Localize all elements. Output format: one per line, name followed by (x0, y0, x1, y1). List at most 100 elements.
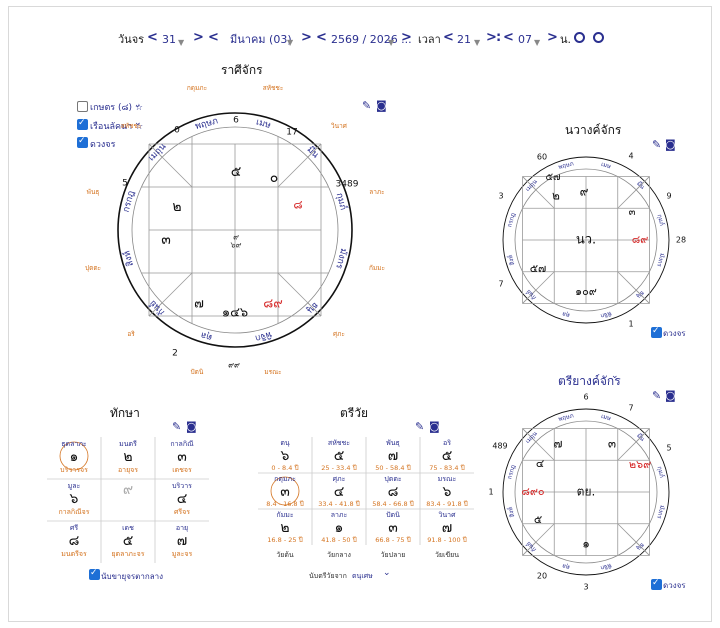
triwai-cell-number: ๗ (387, 448, 399, 464)
triwai-cell-sub: 41.8 - 50 ปี (321, 536, 357, 544)
triwai-cell-number: ๕ (333, 448, 345, 464)
house-label: ศุภะ (333, 330, 345, 338)
thaksa-cell-sub: บริวารจร (60, 466, 88, 474)
sign-label: สิงห์ (506, 254, 517, 267)
degree-label: 3 (583, 583, 588, 592)
navang-wheel: เมษพฤษภเมถุนกรกฎสิงห์กันย์ตุล พิจิกธนูมัง… (498, 152, 686, 329)
sign-label: พิจิก (599, 310, 612, 320)
planet-label: ๗ (553, 437, 562, 451)
triwai-footer-3: วัยปลาย (380, 551, 406, 559)
sign-label: พฤษภ (558, 412, 575, 423)
edit-icon[interactable]: ✎ (415, 421, 424, 432)
planet-label: ๘๙๐ (521, 485, 544, 498)
triwai-cell-number: ๖ (442, 484, 452, 500)
triwai-cell-label: ศุภะ (332, 475, 346, 483)
triwai-footer-4: วัยเขียน (434, 551, 460, 559)
triwai-cell-number: ๑ (334, 520, 344, 536)
triwai-cell-sub: 8.4 - 16.8 ปี (266, 500, 304, 508)
triwai-footer-1: วัยต้น (276, 551, 294, 559)
planet-label: ๓ (161, 232, 171, 248)
triwai-cell-sub: 50 - 58.4 ปี (375, 464, 411, 472)
triwai-cell: ศุภะ๔ 33.4 - 41.8 ปี (312, 475, 366, 509)
triwai-cell-sub: 16.8 - 25 ปี (267, 536, 303, 544)
triwai-cell-label: ปุตตะ (384, 475, 402, 483)
navang-transit-checkbox[interactable] (651, 326, 662, 338)
planet-label: ๒๖๙ (629, 458, 651, 471)
thaksa-cell-number: ๖ (69, 491, 79, 507)
triwai-cell-label: กัมมะ (276, 511, 294, 519)
thaksa-title: ทักษา (110, 406, 140, 420)
degree-label: 4 (628, 152, 633, 161)
planet-label: ๕ (231, 164, 242, 180)
degree-label: 28 (676, 236, 686, 245)
rasi-wheel: เมษพฤษภเมถุนกรกฎสิงห์กันย์ตุล พิจิกธนูมัง… (85, 84, 385, 376)
triwai-cell: สหัชชะ๕ 25 - 33.4 ปี (312, 439, 366, 473)
thaksa-cell-number: ๘ (68, 533, 80, 549)
triwai-cell: ปุตตะ๘ 58.4 - 66.8 ปี (366, 475, 420, 509)
triyang-transit-label: ดวงจร (663, 581, 686, 590)
navang-title: นวางค์จักร (565, 123, 622, 137)
edit-icon[interactable]: ✎ (172, 421, 181, 432)
triwai-cell-sub: 0 - 8.4 ปี (271, 464, 299, 472)
triwai-cell: กดุมภะ๓ 8.4 - 16.8 ปี (258, 475, 312, 509)
degree-label: 17 (286, 128, 297, 138)
planet-label: ๙ (580, 185, 589, 199)
degree-label: 3489 (336, 180, 359, 190)
sign-label: พฤษภ (558, 160, 575, 171)
thaksa-cell-sub: อายุจร (117, 466, 139, 474)
triwai-cell-label: ปัตนิ (386, 511, 400, 519)
thaksa-cell-label: เดช (122, 524, 134, 532)
triyang-transit-checkbox[interactable] (651, 578, 662, 590)
chevron-down-icon[interactable]: ⌄ (383, 568, 391, 578)
degree-label: 9 (666, 192, 671, 201)
degree-label: 5 (122, 179, 128, 189)
camera-icon[interactable]: ◙ (665, 139, 676, 150)
chevron-down-icon[interactable]: ⌄ (611, 371, 619, 381)
planet-label: ๕ (534, 513, 542, 526)
planet-label: ๑๔๖ (222, 306, 248, 321)
triwai-cell-number: ๖ (280, 448, 290, 464)
thaksa-cell-label: บริวาร (172, 482, 192, 490)
sign-label: มังกร (655, 504, 666, 520)
triwai-cell-label: วินาศ (438, 511, 456, 519)
center-label: ตย. (577, 485, 596, 499)
triwai-cell: ตนุ๖ 0 - 8.4 ปี (258, 439, 312, 473)
sign-label: เมษ (600, 413, 611, 422)
sign-label: สิงห์ (506, 506, 517, 519)
thaksa-cell: ๙ (99, 482, 157, 499)
triyang-wheel: เมษพฤษภเมถุนกรกฎสิงห์กันย์ตุล พิจิกธนูมัง… (488, 393, 671, 592)
planet-label: ๗ (194, 297, 204, 312)
thaksa-cell: ศรี๘มนตรีจร (45, 524, 103, 559)
degree-label: 60 (537, 153, 547, 162)
triwai-footer-2: วัยกลาง (327, 551, 351, 559)
sign-label: พิจิก (599, 562, 612, 572)
planet-label: ๘๙ (263, 297, 283, 312)
thaksa-cell-label: ธุดลาภะ (61, 440, 87, 448)
triwai-cell-label: สหัชชะ (327, 439, 351, 447)
thaksa-cell: มนตรี๒อายุจร (99, 440, 157, 475)
planet-label: ๙๙ (228, 361, 240, 370)
camera-icon[interactable]: ◙ (665, 390, 676, 401)
triwai-cell-sub: 91.8 - 100 ปี (427, 536, 467, 544)
house-label: สหัชชะ (121, 122, 142, 130)
camera-icon[interactable]: ◙ (429, 421, 440, 432)
house-label: กดุมภะ (187, 84, 207, 92)
thaksa-cell-label: อายุ (175, 524, 189, 532)
thaksa-count-checkbox[interactable] (89, 568, 100, 580)
planet-label: ๓ (608, 437, 616, 451)
edit-icon[interactable]: ✎ (652, 139, 661, 150)
thaksa-cell-sub: ศรีจร (173, 508, 191, 516)
thaksa-cell-number: ๗ (176, 533, 188, 549)
planet-label: ๘ (293, 198, 302, 212)
planet-label: ๕๗ (530, 262, 547, 275)
triwai-count-select[interactable]: ตนุเศษ (352, 571, 373, 582)
sign-label: กรกฎ (506, 464, 517, 480)
triwai-cell-sub: 75 - 83.4 ปี (429, 464, 465, 472)
thaksa-cell-number: ๑ (69, 449, 79, 465)
degree-label: 7 (628, 404, 633, 413)
sign-label: เมษ (600, 161, 611, 170)
edit-icon[interactable]: ✎ (652, 390, 661, 401)
camera-icon[interactable]: ◙ (186, 421, 197, 432)
degree-label: 2 (172, 349, 178, 359)
sign-label: กุมภ์ (656, 465, 667, 478)
